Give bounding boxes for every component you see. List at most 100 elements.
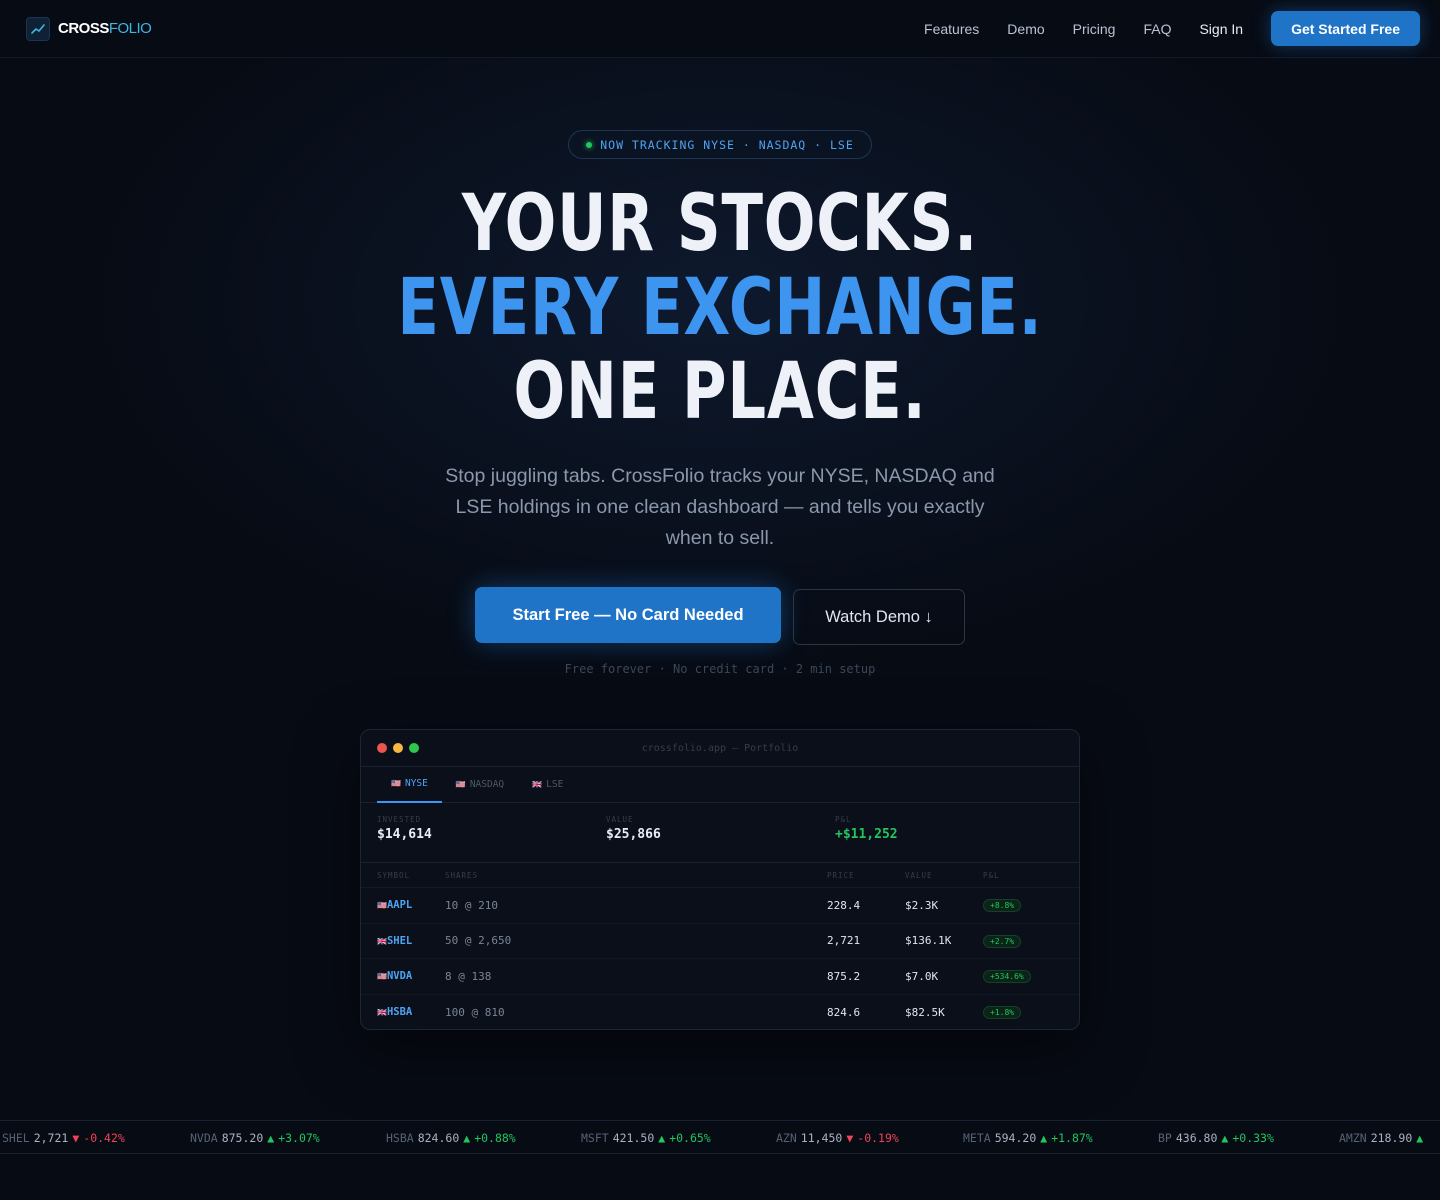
- value-cell: $2.3K: [905, 898, 939, 912]
- shares-cell: 10 @ 210: [445, 898, 498, 912]
- portfolio-preview-window: crossfolio.app — Portfolio 🇺🇸 NYSE 🇺🇸 NA…: [360, 729, 1080, 1030]
- ticker-price: 2,721: [33, 1131, 69, 1145]
- us-flag-icon: 🇺🇸: [391, 779, 401, 788]
- value-cell: $7.0K: [905, 969, 939, 983]
- nav-link-faq[interactable]: FAQ: [1143, 21, 1171, 37]
- uk-flag-icon: 🇬🇧: [377, 936, 387, 946]
- hero-subtitle: Stop juggling tabs. CrossFolio tracks yo…: [445, 465, 995, 549]
- symbol-text: SHEL: [386, 934, 413, 947]
- tab-label: NYSE: [404, 778, 428, 789]
- holdings-table-body: 🇺🇸AAPL 10 @ 210 228.4 $2.3K +8.8% 🇬🇧SHEL…: [361, 888, 1079, 1030]
- ticker-change: +1.87%: [1051, 1131, 1093, 1145]
- nav-link-demo[interactable]: Demo: [1007, 21, 1044, 37]
- ticker-change: +0.88%: [474, 1131, 516, 1145]
- ticker-price: 436.80: [1175, 1131, 1218, 1145]
- logo-light-text: FOLIO: [108, 20, 152, 37]
- nav-link-features[interactable]: Features: [924, 21, 979, 37]
- down-arrow-icon: ▼: [846, 1131, 854, 1145]
- col-price: PRICE: [827, 870, 855, 880]
- stat-value: $14,614: [377, 827, 432, 842]
- up-arrow-icon: ▲: [1040, 1131, 1048, 1145]
- col-shares: SHARES: [445, 870, 479, 880]
- pnl-badge: +534.6%: [983, 970, 1031, 984]
- up-arrow-icon: ▲: [1416, 1131, 1424, 1145]
- stat-value-total: VALUE $25,866: [606, 815, 835, 862]
- tab-label: NASDAQ: [469, 779, 505, 790]
- stat-pnl: P&L +$11,252: [835, 815, 1064, 862]
- ticker-item: AZN 11,450 ▼ -0.19%: [776, 1121, 899, 1153]
- symbol-text: AAPL: [386, 899, 413, 912]
- ticker-price: 218.90: [1370, 1131, 1413, 1145]
- price-cell: 824.6: [827, 1005, 861, 1019]
- start-free-button[interactable]: Start Free — No Card Needed: [475, 587, 781, 643]
- stock-ticker: SHEL 2,721 ▼ -0.42% NVDA 875.20 ▲ +3.07% HSBA 8…: [0, 1120, 1440, 1154]
- price-cell: 228.4: [827, 898, 861, 912]
- stat-value: +$11,252: [835, 827, 898, 842]
- up-arrow-icon: ▲: [463, 1131, 471, 1145]
- logo-bold-text: CROSS: [58, 20, 109, 37]
- pnl-cell: +1.8%: [983, 1005, 1073, 1020]
- col-symbol: SYMBOL: [377, 870, 411, 880]
- symbol-cell: 🇺🇸AAPL: [377, 899, 445, 911]
- portfolio-stats: INVESTED $14,614 VALUE $25,866 P&L +$11,…: [361, 803, 1079, 863]
- ticker-price: 875.20: [221, 1131, 264, 1145]
- nav-link-pricing[interactable]: Pricing: [1073, 21, 1116, 37]
- symbol-text: NVDA: [386, 970, 413, 983]
- ticker-change: +0.33%: [1232, 1131, 1274, 1145]
- price-cell: 875.2: [827, 969, 861, 983]
- ticker-symbol: SHEL: [2, 1131, 30, 1145]
- pnl-cell: +8.8%: [983, 898, 1073, 913]
- ticker-symbol: META: [963, 1131, 991, 1145]
- value-cell: $136.1K: [905, 934, 952, 948]
- ticker-change: +3.07%: [278, 1131, 320, 1145]
- nav-menu: Features Demo Pricing FAQ Sign In Get St…: [924, 11, 1420, 46]
- table-row[interactable]: 🇬🇧HSBA 100 @ 810 824.6 $82.5K +1.8%: [361, 995, 1079, 1030]
- tab-label: LSE: [546, 779, 564, 790]
- table-row[interactable]: 🇺🇸NVDA 8 @ 138 875.2 $7.0K +534.6%: [361, 959, 1079, 995]
- tab-lse[interactable]: 🇬🇧 LSE: [518, 767, 577, 803]
- up-arrow-icon: ▲: [267, 1131, 275, 1145]
- watch-demo-button[interactable]: Watch Demo ↓: [793, 589, 965, 645]
- hero-headline: YOUR STOCKS. EVERY EXCHANGE. ONE PLACE.: [158, 182, 1281, 434]
- up-arrow-icon: ▲: [658, 1131, 666, 1145]
- get-started-button[interactable]: Get Started Free: [1271, 11, 1420, 46]
- ticker-item: BP 436.80 ▲ +0.33%: [1158, 1121, 1274, 1153]
- ticker-change: -0.19%: [857, 1131, 899, 1145]
- pnl-badge: +1.8%: [983, 1006, 1022, 1020]
- ticker-item: MSFT 421.50 ▲ +0.65%: [581, 1121, 711, 1153]
- down-arrow-icon: ▼: [72, 1131, 80, 1145]
- table-row[interactable]: 🇬🇧SHEL 50 @ 2,650 2,721 $136.1K +2.7%: [361, 924, 1079, 959]
- uk-flag-icon: 🇬🇧: [377, 1008, 387, 1018]
- ticker-item: NVDA 875.20 ▲ +3.07%: [190, 1121, 320, 1153]
- stat-value: $25,866: [606, 827, 661, 842]
- ticker-symbol: HSBA: [386, 1131, 414, 1145]
- ticker-price: 421.50: [612, 1131, 655, 1145]
- pnl-cell: +534.6%: [983, 969, 1073, 984]
- headline-line-2: EVERY EXCHANGE.: [397, 263, 1043, 353]
- ticker-symbol: AMZN: [1339, 1131, 1367, 1145]
- headline-line-1: YOUR STOCKS.: [461, 179, 979, 269]
- shares-cell: 100 @ 810: [445, 1005, 505, 1019]
- uk-flag-icon: 🇬🇧: [532, 780, 543, 789]
- col-pnl: P&L: [983, 870, 1000, 880]
- stat-label: INVESTED: [377, 815, 422, 824]
- window-title: crossfolio.app — Portfolio: [641, 743, 799, 754]
- sign-in-link[interactable]: Sign In: [1199, 21, 1243, 37]
- shares-cell: 8 @ 138: [445, 969, 492, 983]
- table-row[interactable]: 🇺🇸AAPL 10 @ 210 228.4 $2.3K +8.8%: [361, 888, 1079, 924]
- tab-nasdaq[interactable]: 🇺🇸 NASDAQ: [442, 767, 518, 803]
- ticker-item: AMZN 218.90 ▲: [1339, 1121, 1424, 1153]
- symbol-cell: 🇺🇸NVDA: [377, 970, 445, 982]
- ticker-price: 11,450: [800, 1131, 843, 1145]
- us-flag-icon: 🇺🇸: [377, 901, 387, 911]
- top-nav: CROSSFOLIO Features Demo Pricing FAQ Sig…: [0, 0, 1440, 58]
- table-header: SYMBOL SHARES PRICE VALUE P&L: [361, 863, 1079, 888]
- ticker-symbol: MSFT: [581, 1131, 609, 1145]
- symbol-text: HSBA: [386, 1006, 413, 1019]
- live-dot-icon: [586, 141, 593, 148]
- exchange-tabs: 🇺🇸 NYSE 🇺🇸 NASDAQ 🇬🇧 LSE: [361, 767, 1079, 803]
- logo[interactable]: CROSSFOLIO: [26, 16, 152, 41]
- tab-nyse[interactable]: 🇺🇸 NYSE: [377, 767, 442, 803]
- us-flag-icon: 🇺🇸: [377, 972, 387, 982]
- pnl-badge: +8.8%: [983, 899, 1022, 913]
